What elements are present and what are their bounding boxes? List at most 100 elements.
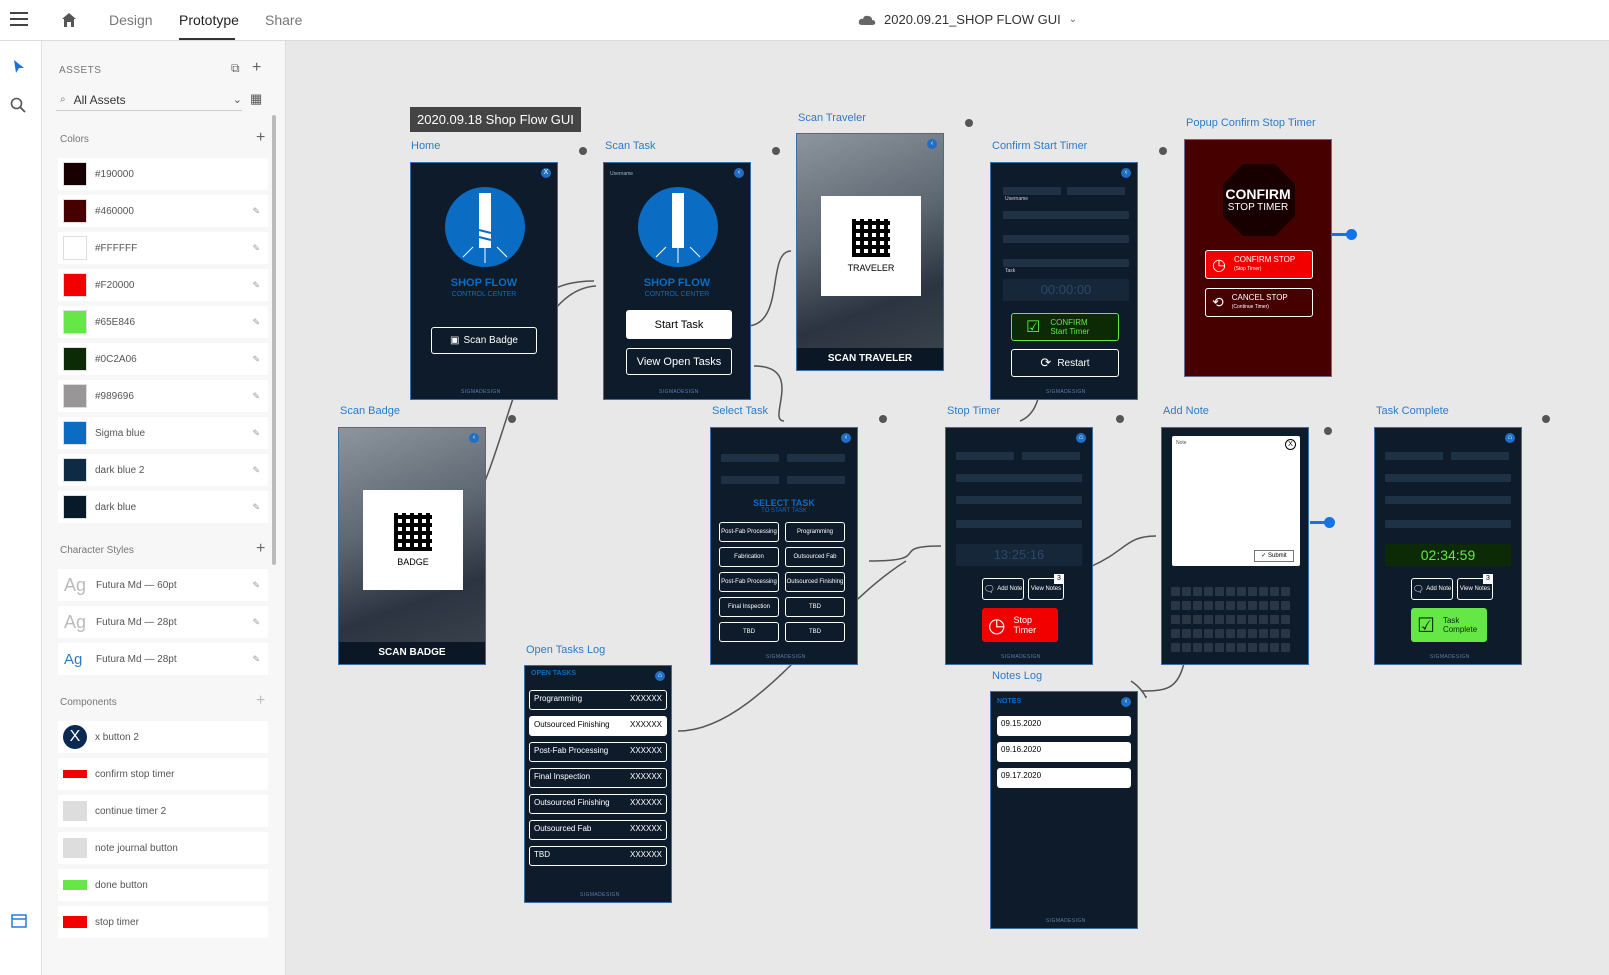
keyboard-key[interactable] [1171, 615, 1180, 624]
keyboard-key[interactable] [1248, 643, 1257, 652]
keyboard-key[interactable] [1193, 601, 1202, 610]
confirm-stop-button[interactable]: ◷ CONFIRM STOP (Stop Timer) [1205, 250, 1313, 279]
home-icon[interactable]: ⌂ [1505, 433, 1515, 443]
keyboard-key[interactable] [1226, 587, 1235, 596]
edit-icon[interactable]: ✎ [252, 243, 260, 254]
keyboard-key[interactable] [1193, 587, 1202, 596]
home-icon[interactable]: ⌂ [1076, 433, 1086, 443]
keyboard-key[interactable] [1226, 643, 1235, 652]
keyboard-key[interactable] [1182, 643, 1191, 652]
artboard-label-scan-badge[interactable]: Scan Badge [340, 405, 400, 417]
keyboard-key[interactable] [1193, 629, 1202, 638]
artboard-task-complete[interactable]: ⌂ 02:34:59 🗨 Add Note View Notes 3 ☑ Task… [1374, 427, 1522, 665]
select-tool-icon[interactable] [12, 59, 26, 75]
task-option-button[interactable]: Outsourced Finishing [785, 572, 845, 592]
blue-connector-handle[interactable] [1346, 229, 1357, 240]
artboard-popup-confirm-stop[interactable]: CONFIRM STOP TIMER ◷ CONFIRM STOP (Stop T… [1184, 139, 1332, 377]
note-entry[interactable]: 09.16.2020 [997, 742, 1131, 762]
keyboard-key[interactable] [1237, 587, 1246, 596]
add-note-button[interactable]: 🗨 Add Note [982, 578, 1024, 600]
start-task-button[interactable]: Start Task [626, 310, 732, 339]
keyboard-key[interactable] [1204, 601, 1213, 610]
open-task-item[interactable]: Final Inspection XXXXXX [529, 768, 667, 788]
artboard-stop-timer[interactable]: ⌂ 13:25:16 🗨 Add Note View Notes 3 ◷ Stop… [945, 427, 1093, 665]
color-swatch-row[interactable]: #989696 ✎ [58, 380, 268, 412]
scan-badge-button[interactable]: ▣ Scan Badge [431, 327, 537, 354]
artboard-scan-badge[interactable]: ‹ BADGE SCAN BADGE [338, 427, 486, 665]
close-icon[interactable]: X [1285, 439, 1296, 450]
add-char-style-icon[interactable]: + [256, 540, 265, 558]
grid-view-icon[interactable]: ▦ [250, 91, 262, 107]
edit-icon[interactable]: ✎ [252, 280, 260, 291]
color-swatch-row[interactable]: #FFFFFF ✎ [58, 232, 268, 264]
tab-share[interactable]: Share [265, 12, 302, 28]
component-row[interactable]: Xx button 2 [58, 721, 268, 753]
add-color-icon[interactable]: + [256, 129, 265, 147]
note-entry[interactable]: 09.17.2020 [997, 768, 1131, 788]
tab-design[interactable]: Design [109, 12, 153, 28]
task-option-button[interactable]: Programming [785, 522, 845, 542]
open-task-item[interactable]: Programming XXXXXX [529, 690, 667, 710]
keyboard-key[interactable] [1171, 643, 1180, 652]
add-note-button[interactable]: 🗨 Add Note [1411, 578, 1453, 600]
keyboard-key[interactable] [1270, 601, 1279, 610]
document-title[interactable]: 2020.09.21_SHOP FLOW GUI ⌄ [858, 12, 1077, 27]
keyboard-key[interactable] [1281, 615, 1290, 624]
keyboard-key[interactable] [1270, 587, 1279, 596]
keyboard-key[interactable] [1226, 601, 1235, 610]
artboard-scan-traveler[interactable]: ‹ TRAVELER SCAN TRAVELER [796, 133, 944, 371]
task-option-button[interactable]: Final Inspection [719, 597, 779, 617]
confirm-start-button[interactable]: ☑ CONFIRM Start Timer [1011, 313, 1119, 341]
keyboard-key[interactable] [1259, 587, 1268, 596]
open-task-item[interactable]: Outsourced Finishing XXXXXX [529, 716, 667, 736]
keyboard-key[interactable] [1248, 601, 1257, 610]
artboard-confirm-start-timer[interactable]: ‹ Username Task 00:00:00 ☑ CONFIRM Start … [990, 162, 1138, 400]
keyboard-key[interactable] [1281, 629, 1290, 638]
character-style-row[interactable]: Ag Futura Md — 28pt ✎ [58, 606, 268, 638]
keyboard-key[interactable] [1248, 587, 1257, 596]
keyboard-key[interactable] [1281, 587, 1290, 596]
home-icon[interactable]: ⌂ [655, 671, 665, 681]
add-icon[interactable]: + [252, 59, 261, 77]
artboard-open-tasks-log[interactable]: OPEN TASKS ⌂ Programming XXXXXX Outsourced… [524, 665, 672, 903]
keyboard-key[interactable] [1215, 587, 1224, 596]
keyboard-key[interactable] [1270, 615, 1279, 624]
keyboard-key[interactable] [1215, 615, 1224, 624]
keyboard-key[interactable] [1215, 601, 1224, 610]
keyboard-key[interactable] [1259, 601, 1268, 610]
task-complete-button[interactable]: ☑ Task Complete [1411, 608, 1487, 642]
keyboard-key[interactable] [1248, 629, 1257, 638]
artboard-select-task[interactable]: ‹ SELECT TASK TO START TASK Post-Fab Pro… [710, 427, 858, 665]
submit-button[interactable]: ✓ Submit [1254, 550, 1294, 562]
keyboard-key[interactable] [1226, 629, 1235, 638]
open-task-item[interactable]: Post-Fab Processing XXXXXX [529, 742, 667, 762]
task-option-button[interactable]: Post-Fab Processing [719, 522, 779, 542]
back-icon[interactable]: ‹ [469, 433, 479, 443]
keyboard-key[interactable] [1259, 643, 1268, 652]
component-row[interactable]: stop timer [58, 906, 268, 938]
task-option-button[interactable]: TBD [785, 622, 845, 642]
keyboard-key[interactable] [1237, 643, 1246, 652]
open-task-item[interactable]: Outsourced Fab XXXXXX [529, 820, 667, 840]
keyboard-key[interactable] [1270, 643, 1279, 652]
keyboard-key[interactable] [1237, 615, 1246, 624]
keyboard-key[interactable] [1182, 629, 1191, 638]
assets-panel-icon[interactable] [11, 914, 27, 928]
artboard-label-scan-traveler[interactable]: Scan Traveler [798, 112, 866, 124]
artboard-label-stop-timer[interactable]: Stop Timer [947, 405, 1000, 417]
artboard-label-add-note[interactable]: Add Note [1163, 405, 1209, 417]
keyboard-key[interactable] [1171, 629, 1180, 638]
keyboard-key[interactable] [1193, 615, 1202, 624]
artboard-home[interactable]: X SHOP FLOW CONTROL CENTER ▣ Scan Badge S… [410, 162, 558, 400]
color-swatch-row[interactable]: #460000 ✎ [58, 195, 268, 227]
edit-icon[interactable]: ✎ [252, 502, 260, 513]
view-open-tasks-button[interactable]: View Open Tasks [626, 348, 732, 375]
keyboard-key[interactable] [1204, 643, 1213, 652]
color-swatch-row[interactable]: Sigma blue ✎ [58, 417, 268, 449]
component-row[interactable]: confirm stop timer [58, 758, 268, 790]
hamburger-menu-icon[interactable] [10, 12, 28, 26]
open-library-icon[interactable]: ⧉ [231, 61, 240, 76]
blue-connector-handle[interactable] [1324, 517, 1335, 528]
edit-icon[interactable]: ✎ [252, 317, 260, 328]
artboard-label-scan-task[interactable]: Scan Task [605, 140, 656, 152]
